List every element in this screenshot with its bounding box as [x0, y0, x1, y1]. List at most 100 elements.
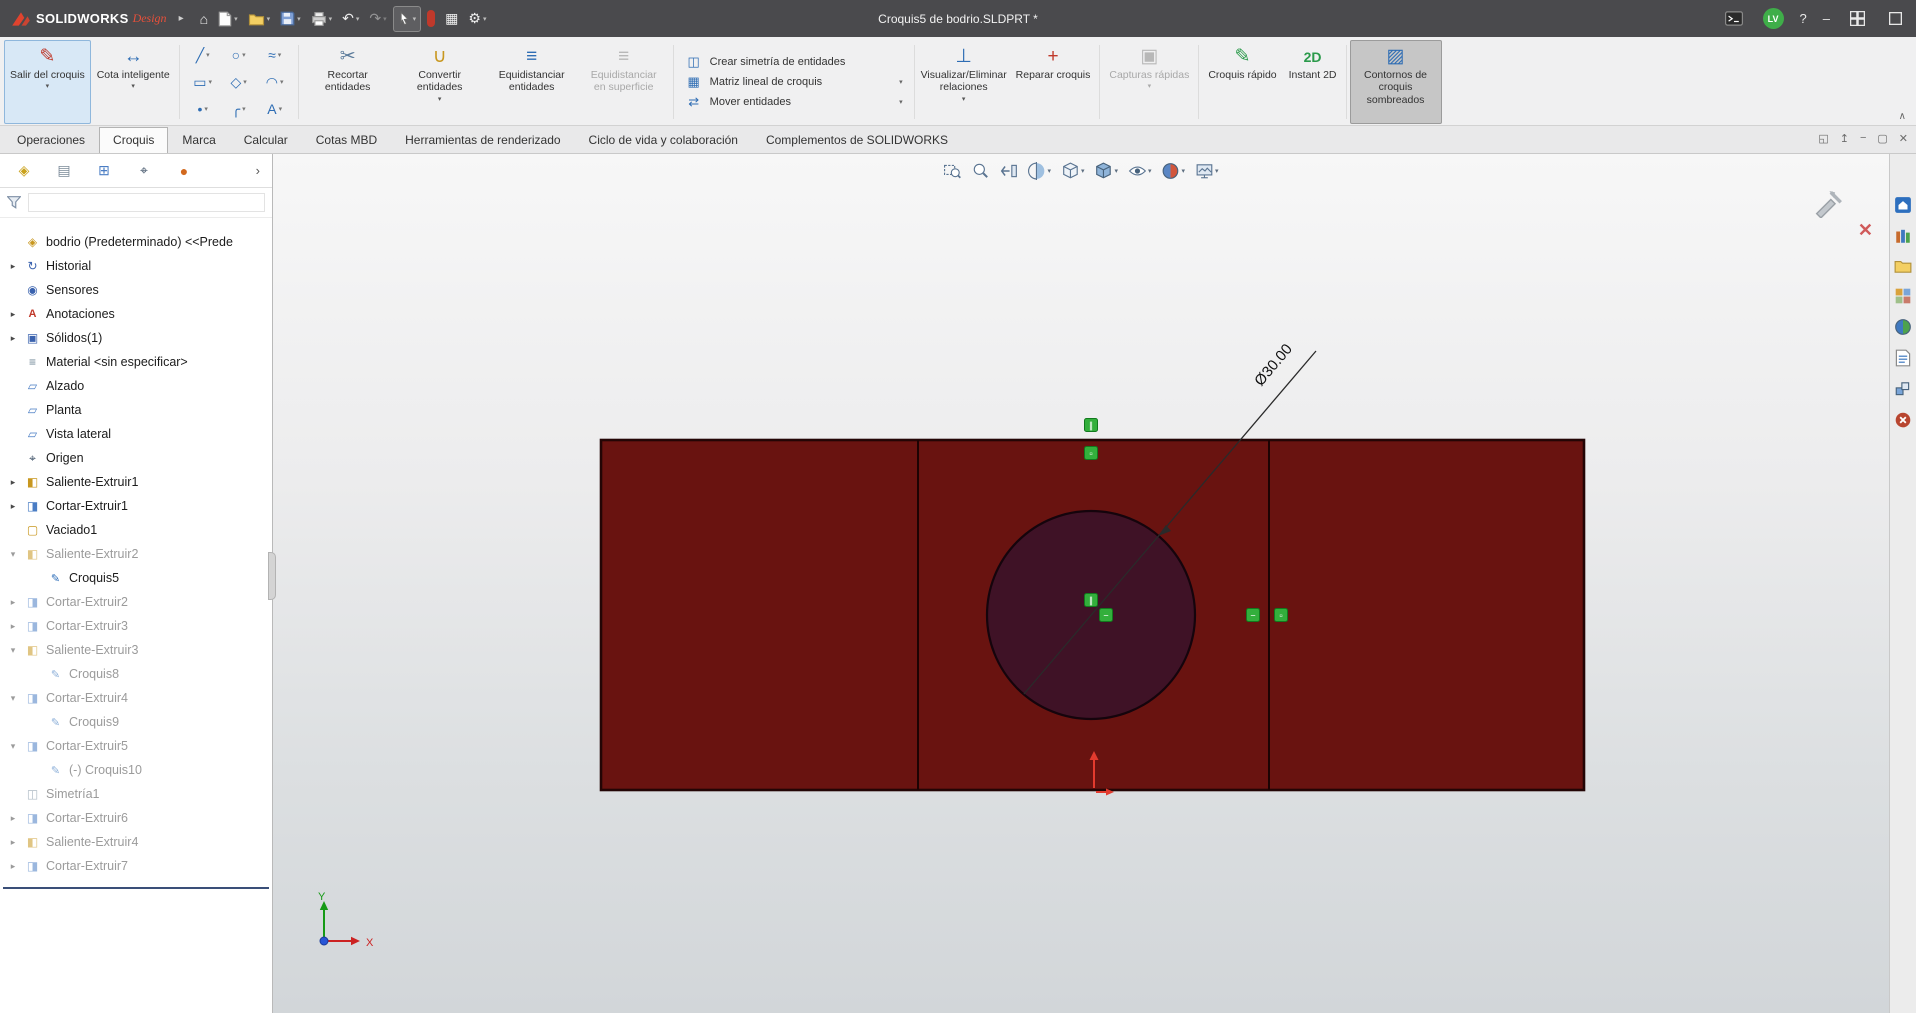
tree-item[interactable]: ◨ Cortar-Extruir4: [0, 686, 272, 710]
maximize-button[interactable]: [1885, 6, 1906, 32]
tree-item[interactable]: ◧ Saliente-Extruir2: [0, 542, 272, 566]
solidworks-add-ins-icon[interactable]: [1894, 380, 1912, 398]
solidworks-resources-icon[interactable]: [1894, 196, 1912, 214]
offset-entities-button[interactable]: ≡ Equidistanciar entidades: [486, 40, 578, 124]
convert-entities-button[interactable]: ∪ Convertir entidades ▾: [394, 40, 486, 124]
tab-croquis[interactable]: Croquis: [99, 127, 169, 153]
displaymanager-tab[interactable]: ●: [164, 163, 204, 179]
view-palette-icon[interactable]: [1894, 287, 1912, 305]
line-tool[interactable]: ╱ ▾: [185, 42, 221, 69]
tab-ciclo-vida[interactable]: Ciclo de vida y colaboración: [575, 127, 752, 153]
dimxpert-tab[interactable]: ⌖: [124, 162, 164, 179]
repair-sketch-button[interactable]: + Reparar croquis: [1010, 40, 1097, 124]
tree-item[interactable]: ◨ Cortar-Extruir2: [0, 590, 272, 614]
expand-icon[interactable]: [7, 477, 19, 488]
relation-badge[interactable]: ▫: [1274, 608, 1288, 622]
minimize-button[interactable]: –: [1823, 11, 1830, 26]
configurationmanager-tab[interactable]: ⊞: [84, 162, 124, 179]
tree-item[interactable]: ◨ Cortar-Extruir7: [0, 854, 272, 878]
mirror-entities-item[interactable]: ◫ Crear simetría de entidades: [685, 54, 903, 70]
relation-badge[interactable]: ∥: [1084, 418, 1098, 432]
new-document-button[interactable]: ▾: [214, 6, 242, 32]
tree-item[interactable]: ◉ Sensores: [0, 278, 272, 302]
tree-item[interactable]: ▢ Vaciado1: [0, 518, 272, 542]
propertymanager-tab[interactable]: ▤: [44, 162, 84, 179]
expand-icon[interactable]: [7, 813, 19, 824]
rectangle-tool[interactable]: ▭ ▾: [185, 69, 221, 96]
panel-chevron-icon[interactable]: ›: [248, 163, 268, 178]
minimize-doc-icon[interactable]: −: [1860, 132, 1866, 145]
close-doc-icon[interactable]: ✕: [1899, 132, 1908, 145]
apply-scene-button[interactable]: ▾: [1194, 161, 1220, 181]
save-button[interactable]: ▾: [276, 6, 305, 32]
shaded-contours-button[interactable]: ▨ Contornos de croquis sombreados: [1349, 40, 1442, 124]
tree-item[interactable]: ▣ Sólidos(1): [0, 326, 272, 350]
stylus-button[interactable]: [423, 6, 439, 32]
smart-dimension-button[interactable]: ↔ Cota inteligente ▾: [91, 40, 176, 124]
edit-appearance-button[interactable]: ▾: [1161, 161, 1187, 181]
rollback-bar[interactable]: [3, 887, 269, 889]
confirmation-corner-exit-sketch[interactable]: [1811, 188, 1845, 223]
command-console-button[interactable]: [1721, 6, 1747, 32]
tree-item[interactable]: ▱ Alzado: [0, 374, 272, 398]
tree-item[interactable]: ✎ Croquis8: [0, 662, 272, 686]
tree-item[interactable]: ⌖ Origen: [0, 446, 272, 470]
tab-operaciones[interactable]: Operaciones: [3, 127, 99, 153]
point-tool[interactable]: • ▾: [185, 96, 221, 123]
expand-icon[interactable]: [7, 693, 19, 704]
help-button[interactable]: ?: [1800, 11, 1807, 26]
trim-entities-button[interactable]: ✂ Recortar entidades: [302, 40, 394, 124]
tree-item[interactable]: ◧ Saliente-Extruir4: [0, 830, 272, 854]
tree-item[interactable]: ◨ Cortar-Extruir6: [0, 806, 272, 830]
grid-tool-button[interactable]: ▦: [441, 6, 462, 32]
expand-icon[interactable]: [7, 261, 19, 272]
view-orientation-button[interactable]: ▾: [1060, 161, 1086, 181]
display-relations-button[interactable]: ⊥ Visualizar/Eliminar relaciones ▾: [918, 40, 1010, 124]
hide-show-items-button[interactable]: ▾: [1127, 161, 1153, 181]
arc-tool[interactable]: ◠ ▾: [257, 69, 293, 96]
tree-item[interactable]: ◧ Saliente-Extruir1: [0, 470, 272, 494]
user-avatar[interactable]: LV: [1762, 8, 1784, 29]
relation-badge[interactable]: −: [1099, 608, 1113, 622]
linear-pattern-item[interactable]: ▦ Matriz lineal de croquis ▾: [685, 74, 903, 90]
print-button[interactable]: ▾: [307, 6, 337, 32]
expand-icon[interactable]: [7, 501, 19, 512]
expand-icon[interactable]: [7, 309, 19, 320]
zoom-fit-button[interactable]: [942, 161, 962, 181]
undo-button[interactable]: ↶ ▾: [338, 6, 363, 32]
relation-badge[interactable]: −: [1246, 608, 1260, 622]
brand-flyout-icon[interactable]: ▸: [179, 13, 184, 24]
ribbon-collapse-button[interactable]: ∧: [1899, 111, 1906, 122]
zoom-area-button[interactable]: [970, 161, 990, 181]
featuremanager-tab[interactable]: ◈: [4, 162, 44, 179]
expand-icon[interactable]: [7, 741, 19, 752]
tree-item[interactable]: ◈ bodrio (Predeterminado) <<Prede: [0, 230, 272, 254]
move-entities-item[interactable]: ⇄ Mover entidades ▾: [685, 94, 902, 110]
tree-item[interactable]: ↻ Historial: [0, 254, 272, 278]
expand-icon[interactable]: [7, 645, 19, 656]
circle-tool[interactable]: ○ ▾: [221, 42, 257, 69]
tree-item[interactable]: ◨ Cortar-Extruir5: [0, 734, 272, 758]
tree-item[interactable]: ◧ Saliente-Extruir3: [0, 638, 272, 662]
graphics-viewport[interactable]: ▾ ▾ ▾ ▾ ▾ ▾ ✕ Ø30.00 ∥ ▫ ∥ − − ▫ Y X: [273, 154, 1889, 1013]
design-library-icon[interactable]: [1894, 227, 1912, 245]
tab-marca[interactable]: Marca: [168, 127, 229, 153]
rapid-sketch-button[interactable]: ✎ Croquis rápido: [1202, 40, 1282, 124]
tree-item[interactable]: ≡ Material <sin especificar>: [0, 350, 272, 374]
redo-button[interactable]: ↷ ▾: [365, 6, 390, 32]
select-tool-button[interactable]: ▾: [392, 5, 422, 32]
open-button[interactable]: ▾: [244, 6, 275, 32]
tab-complementos[interactable]: Complementos de SOLIDWORKS: [752, 127, 962, 153]
tab-calcular[interactable]: Calcular: [230, 127, 302, 153]
appearances-icon[interactable]: [1894, 318, 1912, 336]
part-body[interactable]: [599, 438, 1586, 792]
tree-item[interactable]: ✎ Croquis9: [0, 710, 272, 734]
dock-panel-icon[interactable]: ◱: [1818, 132, 1828, 145]
display-style-button[interactable]: ▾: [1093, 161, 1119, 181]
tree-item[interactable]: ✎ (-) Croquis10: [0, 758, 272, 782]
section-view-button[interactable]: ▾: [1026, 161, 1052, 181]
tree-item[interactable]: ◨ Cortar-Extruir3: [0, 614, 272, 638]
exit-sketch-button[interactable]: ✎ Salir del croquis ▾: [4, 40, 91, 124]
tree-item[interactable]: ◫ Simetría1: [0, 782, 272, 806]
fillet-tool[interactable]: ╭ ▾: [221, 96, 257, 123]
